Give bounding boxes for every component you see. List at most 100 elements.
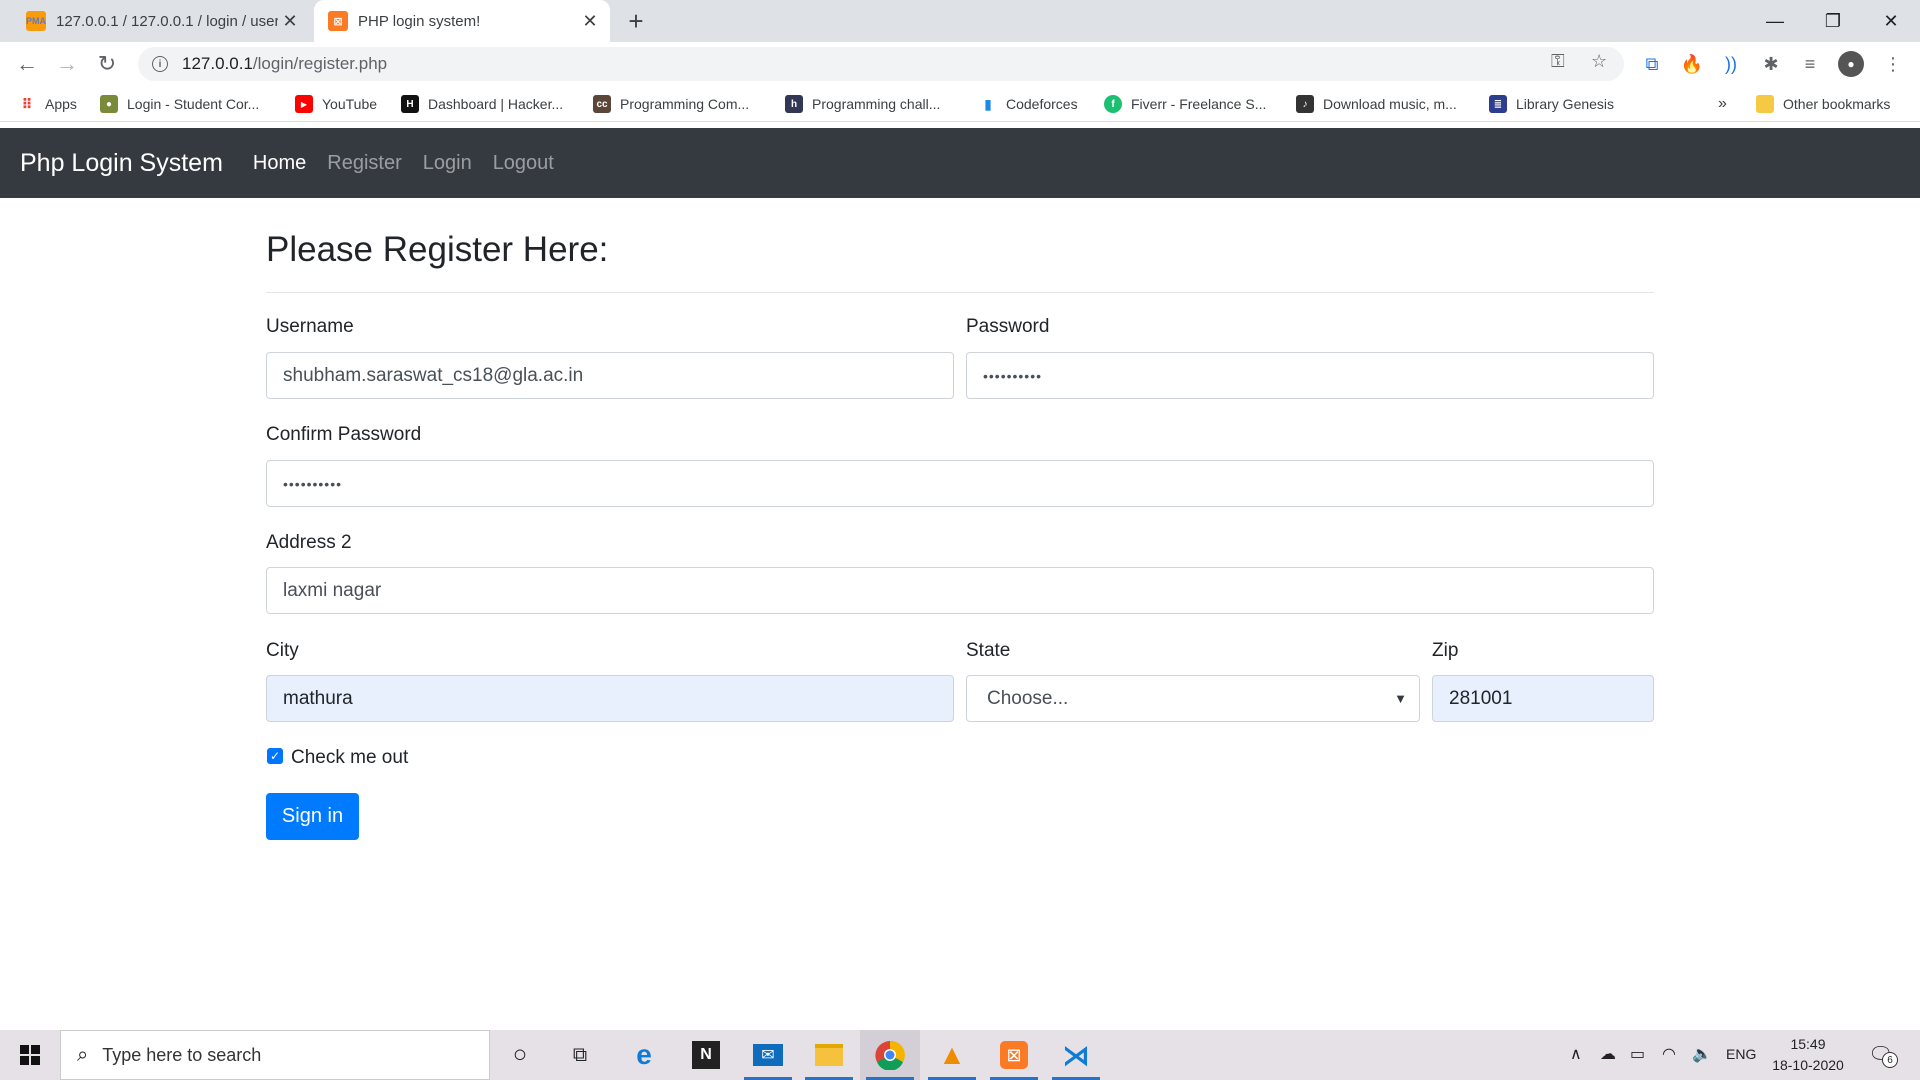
tab-php-login[interactable]: ⊠ PHP login system! ✕ [314, 0, 610, 42]
hackerrank-icon: H [401, 95, 419, 113]
site-navbar: Php Login System Home Register Login Log… [0, 128, 1920, 198]
chevron-down-icon: ▼ [1394, 691, 1407, 706]
zip-input[interactable]: 281001 [1432, 675, 1654, 722]
extensions-puzzle-icon[interactable]: ✱ [1758, 51, 1784, 77]
xampp-icon[interactable]: ⊠ [984, 1030, 1044, 1080]
address-input[interactable]: laxmi nagar [266, 567, 1654, 614]
bookmark-codeforces[interactable]: ▮ Codeforces [979, 92, 1077, 116]
nav-home[interactable]: Home [253, 152, 306, 175]
youtube-icon: ▶ [295, 95, 313, 113]
city-label: City [266, 640, 299, 661]
media-queue-icon[interactable]: ≡ [1797, 51, 1823, 77]
libgen-icon: ≣ [1489, 95, 1507, 113]
taskbar-search[interactable]: ⌕ Type here to search [60, 1030, 490, 1080]
folder-icon [1756, 95, 1774, 113]
volume-icon[interactable]: 🔈 [1692, 1044, 1712, 1064]
task-view-icon[interactable]: ⧉ [550, 1030, 610, 1080]
start-button[interactable] [0, 1030, 60, 1080]
password-input[interactable]: •••••••••• [966, 352, 1654, 399]
chrome-logo [875, 1040, 905, 1070]
confirm-password-input[interactable]: •••••••••• [266, 460, 1654, 507]
bookmark-label: Login - Student Cor... [127, 96, 260, 112]
vlc-icon[interactable]: ▲ [922, 1030, 982, 1080]
codeforces-icon: ▮ [984, 95, 992, 112]
notification-center-icon[interactable]: 🗨 6 [1868, 1042, 1898, 1068]
apps-grid-icon: ⠿ [21, 95, 33, 112]
username-input[interactable]: shubham.saraswat_cs18@gla.ac.in [266, 352, 954, 399]
bookmark-label: Other bookmarks [1783, 96, 1891, 112]
bookmark-label: Dashboard | Hacker... [428, 96, 564, 112]
bookmark-label: Library Genesis [1516, 96, 1615, 112]
state-selected-value: Choose... [987, 687, 1069, 709]
bookmark-student-corner[interactable]: ● Login - Student Cor... [100, 92, 259, 116]
city-input[interactable]: mathura [266, 675, 954, 722]
bookmark-label: Download music, m... [1323, 96, 1457, 112]
search-placeholder: Type here to search [102, 1044, 262, 1065]
cortana-icon[interactable]: ○ [490, 1030, 550, 1080]
notion-icon[interactable]: N [676, 1030, 736, 1080]
windows-taskbar: ⌕ Type here to search ○ ⧉ e N ✉ ▲ ⊠ ⋊ ∧ … [0, 1030, 1920, 1080]
codechef-icon: cc [593, 95, 611, 113]
bookmark-hackerearth[interactable]: h Programming chall... [785, 92, 940, 116]
check-me-out-checkbox[interactable]: ✓ [267, 748, 283, 764]
bookmark-apps[interactable]: ⠿ Apps [18, 92, 77, 116]
sound-extension-icon[interactable]: )) [1718, 51, 1744, 77]
nav-logout[interactable]: Logout [493, 152, 554, 175]
reload-icon[interactable]: ↻ [92, 49, 122, 79]
mail-icon[interactable]: ✉ [738, 1030, 798, 1080]
chrome-icon[interactable] [860, 1030, 920, 1080]
tab-phpmyadmin[interactable]: PMA 127.0.0.1 / 127.0.0.1 / login / user… [12, 0, 310, 42]
bookmarks-bar: ⠿ Apps ● Login - Student Cor... ▶ YouTub… [0, 86, 1920, 122]
new-tab-button[interactable]: + [622, 6, 650, 36]
wifi-icon[interactable]: ◠ [1662, 1044, 1676, 1064]
check-me-out-label[interactable]: Check me out [291, 747, 408, 769]
bookmark-label: Programming chall... [812, 96, 941, 112]
url-text: 127.0.0.1/login/register.php [182, 54, 388, 73]
battery-icon[interactable]: ▭ [1630, 1044, 1645, 1064]
system-clock[interactable]: 15:49 18-10-2020 [1768, 1034, 1848, 1076]
info-icon[interactable]: i [152, 56, 168, 72]
bookmark-download-music[interactable]: ♪ Download music, m... [1296, 92, 1457, 116]
edge-icon[interactable]: e [614, 1030, 674, 1080]
bookmark-library-genesis[interactable]: ≣ Library Genesis [1489, 92, 1614, 116]
key-icon[interactable]: ⚿ [1551, 51, 1565, 72]
bookmark-hackerrank[interactable]: H Dashboard | Hacker... [401, 92, 563, 116]
window-close-icon[interactable]: ✕ [1862, 0, 1920, 42]
title-divider [266, 292, 1654, 293]
show-hidden-icons-icon[interactable]: ∧ [1570, 1044, 1582, 1064]
fiverr-icon: f [1104, 95, 1122, 113]
address-bar[interactable]: i 127.0.0.1/login/register.php [138, 47, 1624, 81]
fire-extension-icon[interactable]: 🔥 [1679, 51, 1705, 77]
back-icon[interactable]: ← [12, 49, 42, 79]
star-icon[interactable]: ☆ [1591, 51, 1607, 72]
bookmark-label: Programming Com... [620, 96, 750, 112]
file-explorer-icon[interactable] [799, 1030, 859, 1080]
more-bookmarks-button[interactable]: » [1718, 92, 1727, 116]
state-label: State [966, 640, 1011, 661]
nav-login[interactable]: Login [423, 152, 472, 175]
menu-kebab-icon[interactable]: ⋮ [1880, 51, 1906, 77]
translate-extension-icon[interactable]: ⧉ [1639, 51, 1665, 77]
clock-time: 15:49 [1790, 1036, 1826, 1052]
onedrive-icon[interactable]: ☁ [1600, 1044, 1616, 1064]
close-icon[interactable]: ✕ [278, 9, 302, 33]
navbar-brand[interactable]: Php Login System [20, 149, 223, 178]
page-title: Please Register Here: [266, 230, 609, 269]
nav-register[interactable]: Register [327, 152, 401, 175]
bookmark-codechef[interactable]: cc Programming Com... [593, 92, 749, 116]
vscode-icon[interactable]: ⋊ [1046, 1030, 1106, 1080]
bookmark-fiverr[interactable]: f Fiverr - Freelance S... [1104, 92, 1266, 116]
phpmyadmin-icon: PMA [26, 11, 46, 31]
close-icon[interactable]: ✕ [578, 9, 602, 33]
minimize-icon[interactable]: — [1746, 0, 1804, 42]
profile-avatar[interactable]: ● [1838, 51, 1864, 77]
forward-icon[interactable]: → [52, 49, 82, 79]
bookmark-label: YouTube [322, 96, 378, 112]
password-label: Password [966, 316, 1050, 337]
other-bookmarks[interactable]: Other bookmarks [1756, 92, 1890, 116]
state-select[interactable]: Choose... ▼ [966, 675, 1420, 722]
restore-icon[interactable]: ❐ [1804, 0, 1862, 42]
sign-in-button[interactable]: Sign in [266, 793, 359, 840]
language-indicator[interactable]: ENG [1726, 1046, 1756, 1062]
bookmark-youtube[interactable]: ▶ YouTube [295, 92, 377, 116]
